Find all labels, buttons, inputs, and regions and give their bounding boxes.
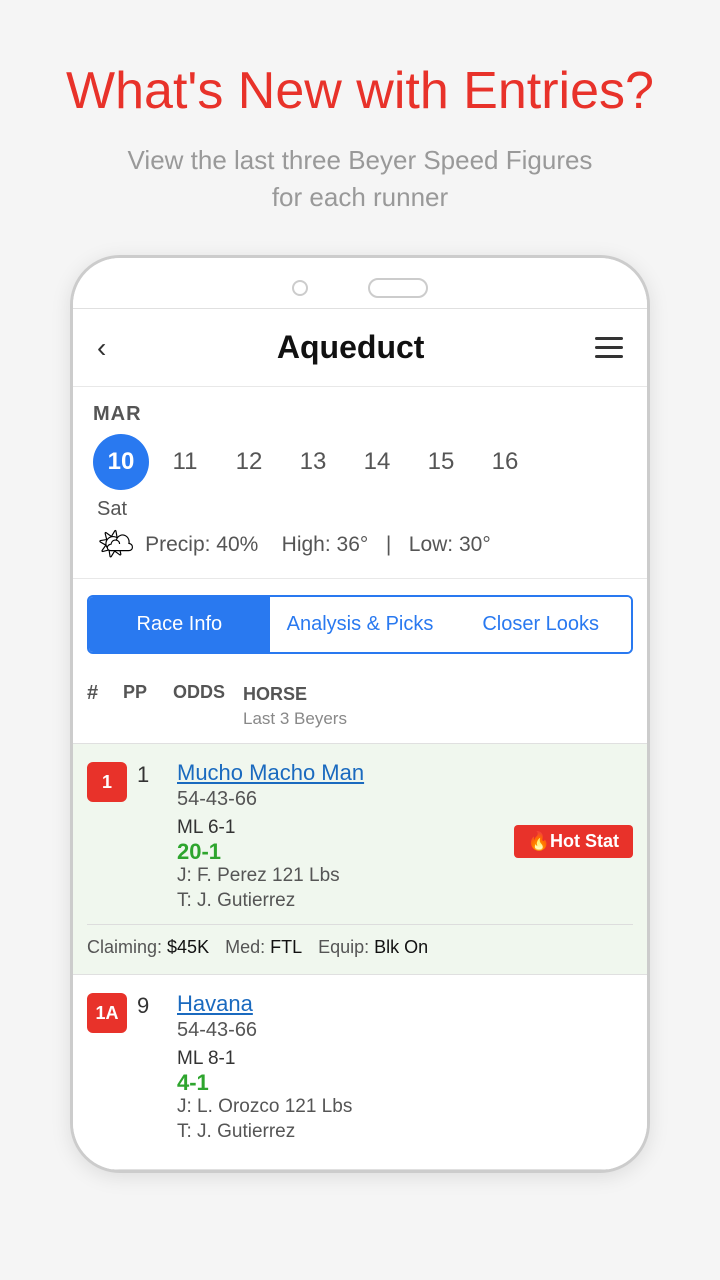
app-content: ‹ Aqueduct MAR 10 11 12 13 14 15 16 Sat (73, 308, 647, 1170)
equip-item: Equip: Blk On (318, 937, 428, 958)
runner-info-2: Havana 54-43-66 ML 8-1 4-1 J: L. Orozco … (177, 991, 633, 1143)
claiming-row-1: Claiming: $45K Med: FTL Equip: Blk On (87, 924, 633, 958)
tab-bar: Race Info Analysis & Picks Closer Looks (87, 595, 633, 654)
menu-line-3 (595, 355, 623, 358)
date-item-6[interactable]: 16 (477, 434, 533, 490)
date-strip: 10 11 12 13 14 15 16 (93, 434, 627, 490)
menu-button[interactable] (595, 337, 623, 358)
col-header-horse: HORSE Last 3 Beyers (243, 682, 633, 731)
runner-top-row-1: Mucho Macho Man 54-43-66 (177, 760, 633, 817)
app-navbar: ‹ Aqueduct (73, 309, 647, 387)
runner-ml-1: ML 6-1 (177, 817, 235, 839)
runner-jockey-2: J: L. Orozco 121 Lbs (177, 1096, 633, 1118)
phone-top-bar (73, 258, 647, 308)
runner-name-2[interactable]: Havana (177, 991, 633, 1017)
month-label: MAR (93, 403, 627, 426)
col-header-odds: ODDS (173, 682, 243, 703)
runner-badge-2: 1A (87, 993, 127, 1033)
weather-icon: 🌤 (97, 527, 135, 562)
tab-race-info[interactable]: Race Info (89, 597, 270, 652)
day-label: Sat (97, 498, 627, 521)
table-row: 1 1 Mucho Macho Man 54-43-66 ML 6-1 20-1 (73, 744, 647, 975)
runner-odds-row-2: ML 8-1 4-1 (177, 1048, 633, 1096)
date-item-5[interactable]: 15 (413, 434, 469, 490)
page-header: What's New with Entries? View the last t… (0, 0, 720, 235)
date-item-2[interactable]: 12 (221, 434, 277, 490)
runner-info-1: Mucho Macho Man 54-43-66 ML 6-1 20-1 🔥Ho… (177, 760, 633, 912)
low-label: Low: (409, 533, 453, 556)
runner-name-1[interactable]: Mucho Macho Man (177, 760, 364, 786)
phone-mockup: ‹ Aqueduct MAR 10 11 12 13 14 15 16 Sat (70, 255, 650, 1173)
phone-speaker (368, 278, 428, 298)
date-item-4[interactable]: 14 (349, 434, 405, 490)
low-val: 30° (459, 533, 491, 556)
page-subtitle: View the last three Beyer Speed Figuresf… (40, 142, 680, 215)
table-header: # PP ODDS HORSE Last 3 Beyers (73, 670, 647, 744)
precip-label: Precip: (145, 533, 210, 556)
runner-badge-1: 1 (87, 762, 127, 802)
col-header-pp: PP (123, 682, 173, 703)
date-section: MAR 10 11 12 13 14 15 16 Sat 🌤 Precip: 4… (73, 387, 647, 579)
runner-trainer-2: T: J. Gutierrez (177, 1121, 633, 1143)
weather-text: Precip: 40% High: 36° | Low: 30° (145, 533, 491, 557)
back-button[interactable]: ‹ (97, 332, 106, 364)
app-title: Aqueduct (277, 329, 425, 366)
runner-odds-1: 20-1 (177, 839, 235, 865)
date-item-1[interactable]: 11 (157, 434, 213, 490)
table-row: 1A 9 Havana 54-43-66 ML 8-1 4-1 J: L. Or… (73, 975, 647, 1170)
runner-main-2: 1A 9 Havana 54-43-66 ML 8-1 4-1 J: L. Or… (87, 991, 633, 1143)
page-title: What's New with Entries? (40, 60, 680, 122)
date-item-3[interactable]: 13 (285, 434, 341, 490)
runner-beyers-2: 54-43-66 (177, 1019, 633, 1042)
runner-pp-1: 1 (137, 760, 177, 788)
runner-beyers-1: 54-43-66 (177, 788, 364, 811)
horse-label: HORSE (243, 682, 633, 707)
runner-ml-2: ML 8-1 (177, 1048, 235, 1070)
precip-val: 40% (216, 533, 258, 556)
beyers-label: Last 3 Beyers (243, 707, 633, 731)
runner-odds-row-1: ML 6-1 20-1 🔥Hot Stat (177, 817, 633, 865)
hot-stat-badge-1: 🔥Hot Stat (514, 825, 633, 858)
tab-closer-looks[interactable]: Closer Looks (450, 597, 631, 652)
runner-odds-2: 4-1 (177, 1070, 235, 1096)
tab-analysis-picks[interactable]: Analysis & Picks (270, 597, 451, 652)
high-val: 36° (337, 533, 369, 556)
runner-jockey-1: J: F. Perez 121 Lbs (177, 865, 633, 887)
runner-main-1: 1 1 Mucho Macho Man 54-43-66 ML 6-1 20-1 (87, 760, 633, 912)
weather-row: 🌤 Precip: 40% High: 36° | Low: 30° (93, 527, 627, 562)
menu-line-2 (595, 346, 623, 349)
menu-line-1 (595, 337, 623, 340)
claiming-item: Claiming: $45K (87, 937, 209, 958)
runner-trainer-1: T: J. Gutierrez (177, 890, 633, 912)
high-label: High: (282, 533, 331, 556)
col-header-hash: # (87, 682, 123, 705)
med-item: Med: FTL (225, 937, 302, 958)
date-item-0[interactable]: 10 (93, 434, 149, 490)
phone-camera-icon (292, 280, 308, 296)
runner-pp-2: 9 (137, 991, 177, 1019)
